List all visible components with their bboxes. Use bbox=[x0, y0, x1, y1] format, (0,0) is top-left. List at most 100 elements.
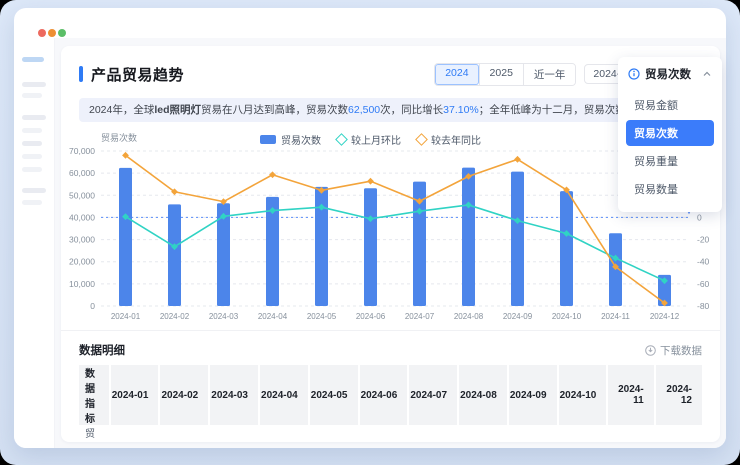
sidebar-item-skeleton-active[interactable] bbox=[22, 57, 44, 62]
tab-近一年[interactable]: 近一年 bbox=[522, 63, 576, 85]
banner-metric-value: 37.10% bbox=[443, 104, 479, 116]
svg-text:2024-07: 2024-07 bbox=[405, 312, 435, 321]
sidebar-item-skeleton[interactable] bbox=[22, 188, 46, 193]
table-cell: 14,073 bbox=[655, 425, 702, 442]
table-header-cell: 2024-06 bbox=[357, 365, 409, 425]
download-label: 下载数据 bbox=[660, 344, 702, 357]
svg-text:70,000: 70,000 bbox=[69, 146, 95, 156]
chevron-up-icon bbox=[703, 71, 711, 76]
legend-item-2[interactable]: 较上月环比 bbox=[335, 132, 401, 147]
tab-2024[interactable]: 2024 bbox=[435, 63, 479, 85]
svg-text:2024-08: 2024-08 bbox=[454, 312, 484, 321]
close-window-icon[interactable] bbox=[38, 29, 46, 37]
sidebar-item-skeleton[interactable] bbox=[22, 93, 42, 98]
svg-text:60,000: 60,000 bbox=[69, 168, 95, 178]
sidebar-item-skeleton[interactable] bbox=[22, 115, 46, 120]
banner-metric-value: 62,500 bbox=[348, 104, 381, 116]
table-row: 贸易次数 62,38045,90246,37649,25553,82153,179… bbox=[79, 425, 702, 442]
svg-text:2024-03: 2024-03 bbox=[209, 312, 239, 321]
svg-text:2024-06: 2024-06 bbox=[356, 312, 386, 321]
table-cell: 53,821 bbox=[309, 425, 359, 442]
metric-option-1[interactable]: 贸易金额 bbox=[626, 92, 714, 118]
sidebar-item-skeleton[interactable] bbox=[22, 200, 42, 205]
svg-text:2024-01: 2024-01 bbox=[111, 312, 141, 321]
minimize-window-icon[interactable] bbox=[48, 29, 56, 37]
download-icon bbox=[645, 344, 656, 356]
table-header-cell: 数据指标 bbox=[79, 365, 110, 425]
legend-label: 较去年同比 bbox=[431, 136, 481, 147]
table-cell: 46,376 bbox=[209, 425, 259, 442]
table-header-cell: 2024-04 bbox=[257, 365, 309, 425]
download-data-button[interactable]: 下载数据 bbox=[645, 343, 702, 358]
sidebar-item-skeleton[interactable] bbox=[22, 128, 42, 133]
screenshot-root: 产品贸易趋势 20242025近一年 2024-01 → 2024-12 202… bbox=[0, 0, 740, 465]
svg-text:20,000: 20,000 bbox=[69, 257, 95, 267]
legend-item-1[interactable]: 贸易次数 bbox=[260, 132, 321, 147]
info-icon bbox=[628, 68, 640, 80]
title-accent-bar bbox=[79, 66, 83, 82]
year-segmented-control: 2024 2025 近一年 bbox=[434, 62, 577, 86]
svg-text:2024-05: 2024-05 bbox=[307, 312, 337, 321]
page-title: 产品贸易趋势 bbox=[91, 66, 185, 84]
window-titlebar bbox=[14, 8, 726, 38]
table-header-cell: 2024-12 bbox=[653, 365, 702, 425]
metric-dropdown-header[interactable]: 贸易次数 bbox=[626, 64, 714, 90]
chart-legend: 贸易次数 较上月环比 较去年同比 bbox=[61, 132, 680, 147]
tab-2025[interactable]: 2025 bbox=[478, 63, 523, 85]
maximize-window-icon[interactable] bbox=[58, 29, 66, 37]
table-header-cell: 2024-05 bbox=[307, 365, 359, 425]
table-cell: 51,889 bbox=[558, 425, 608, 442]
sidebar-item-skeleton[interactable] bbox=[22, 167, 42, 172]
sidebar-item-skeleton[interactable] bbox=[22, 154, 42, 159]
legend-label: 较上月环比 bbox=[351, 136, 401, 147]
svg-text:2024-09: 2024-09 bbox=[503, 312, 533, 321]
bar-swatch-icon bbox=[260, 135, 276, 144]
banner-text: 次，同比增长 bbox=[380, 104, 444, 116]
svg-text:2024-12: 2024-12 bbox=[650, 312, 680, 321]
row-label: 贸易次数 bbox=[85, 429, 95, 440]
svg-text:50,000: 50,000 bbox=[69, 190, 95, 200]
table-cell: 45,902 bbox=[159, 425, 209, 442]
sidebar-item-skeleton[interactable] bbox=[22, 141, 42, 146]
table-cell: 56,167 bbox=[408, 425, 458, 442]
table-header-row: 数据指标 2024-01 2024-02 2024-03 2024-04 2024-05 2… bbox=[79, 365, 702, 425]
banner-text: ；全年低峰为十二月，贸易次数 bbox=[478, 104, 626, 116]
svg-text:10,000: 10,000 bbox=[69, 279, 95, 289]
table-header-cell: 2024-10 bbox=[556, 365, 608, 425]
svg-text:-60: -60 bbox=[697, 279, 710, 289]
svg-text:2024-10: 2024-10 bbox=[552, 312, 582, 321]
data-detail-section: 数据明细 下载数据 数据指标 2024-01 2024-02 2024-03 2024-… bbox=[61, 330, 720, 442]
metric-option-2[interactable]: 贸易次数 bbox=[626, 120, 714, 146]
svg-text:2024-04: 2024-04 bbox=[258, 312, 288, 321]
sidebar-item-skeleton[interactable] bbox=[22, 82, 46, 87]
svg-text:2024-02: 2024-02 bbox=[160, 312, 190, 321]
selected-metric-label: 贸易次数 bbox=[645, 69, 691, 81]
table-cell: 49,255 bbox=[259, 425, 309, 442]
legend-item-3[interactable]: 较去年同比 bbox=[415, 132, 481, 147]
diamond-marker-icon bbox=[415, 133, 428, 146]
table-header-cell: 2024-02 bbox=[158, 365, 210, 425]
svg-text:0: 0 bbox=[90, 301, 95, 311]
svg-text:30,000: 30,000 bbox=[69, 235, 95, 245]
svg-text:-20: -20 bbox=[697, 235, 710, 245]
table-header-cell: 2024-07 bbox=[407, 365, 459, 425]
svg-text:0: 0 bbox=[697, 212, 702, 222]
nav-sidebar bbox=[14, 38, 55, 448]
legend-label: 贸易次数 bbox=[281, 136, 321, 147]
table-cell: 53,179 bbox=[359, 425, 409, 442]
table-cell: 32,836 bbox=[607, 425, 654, 442]
table-header-cell: 2024-08 bbox=[457, 365, 508, 425]
svg-text:2024-11: 2024-11 bbox=[601, 312, 630, 321]
banner-text: led照明灯 bbox=[154, 104, 202, 116]
banner-text: 2024年，全球 bbox=[89, 104, 155, 116]
table-cell: 60,699 bbox=[508, 425, 558, 442]
metric-options-list: 贸易金额 贸易次数 贸易重量 贸易数量 bbox=[626, 92, 714, 202]
data-table: 数据指标 2024-01 2024-02 2024-03 2024-04 2024-05 2… bbox=[79, 365, 702, 442]
metric-option-4[interactable]: 贸易数量 bbox=[626, 176, 714, 202]
table-cell: 62,380 bbox=[110, 425, 160, 442]
svg-text:-80: -80 bbox=[697, 301, 710, 311]
banner-text: 贸易在八月达到高峰，贸易次数 bbox=[201, 104, 349, 116]
table-header-cell: 2024-03 bbox=[208, 365, 259, 425]
section-title: 数据明细 bbox=[79, 345, 125, 357]
metric-option-3[interactable]: 贸易重量 bbox=[626, 148, 714, 174]
